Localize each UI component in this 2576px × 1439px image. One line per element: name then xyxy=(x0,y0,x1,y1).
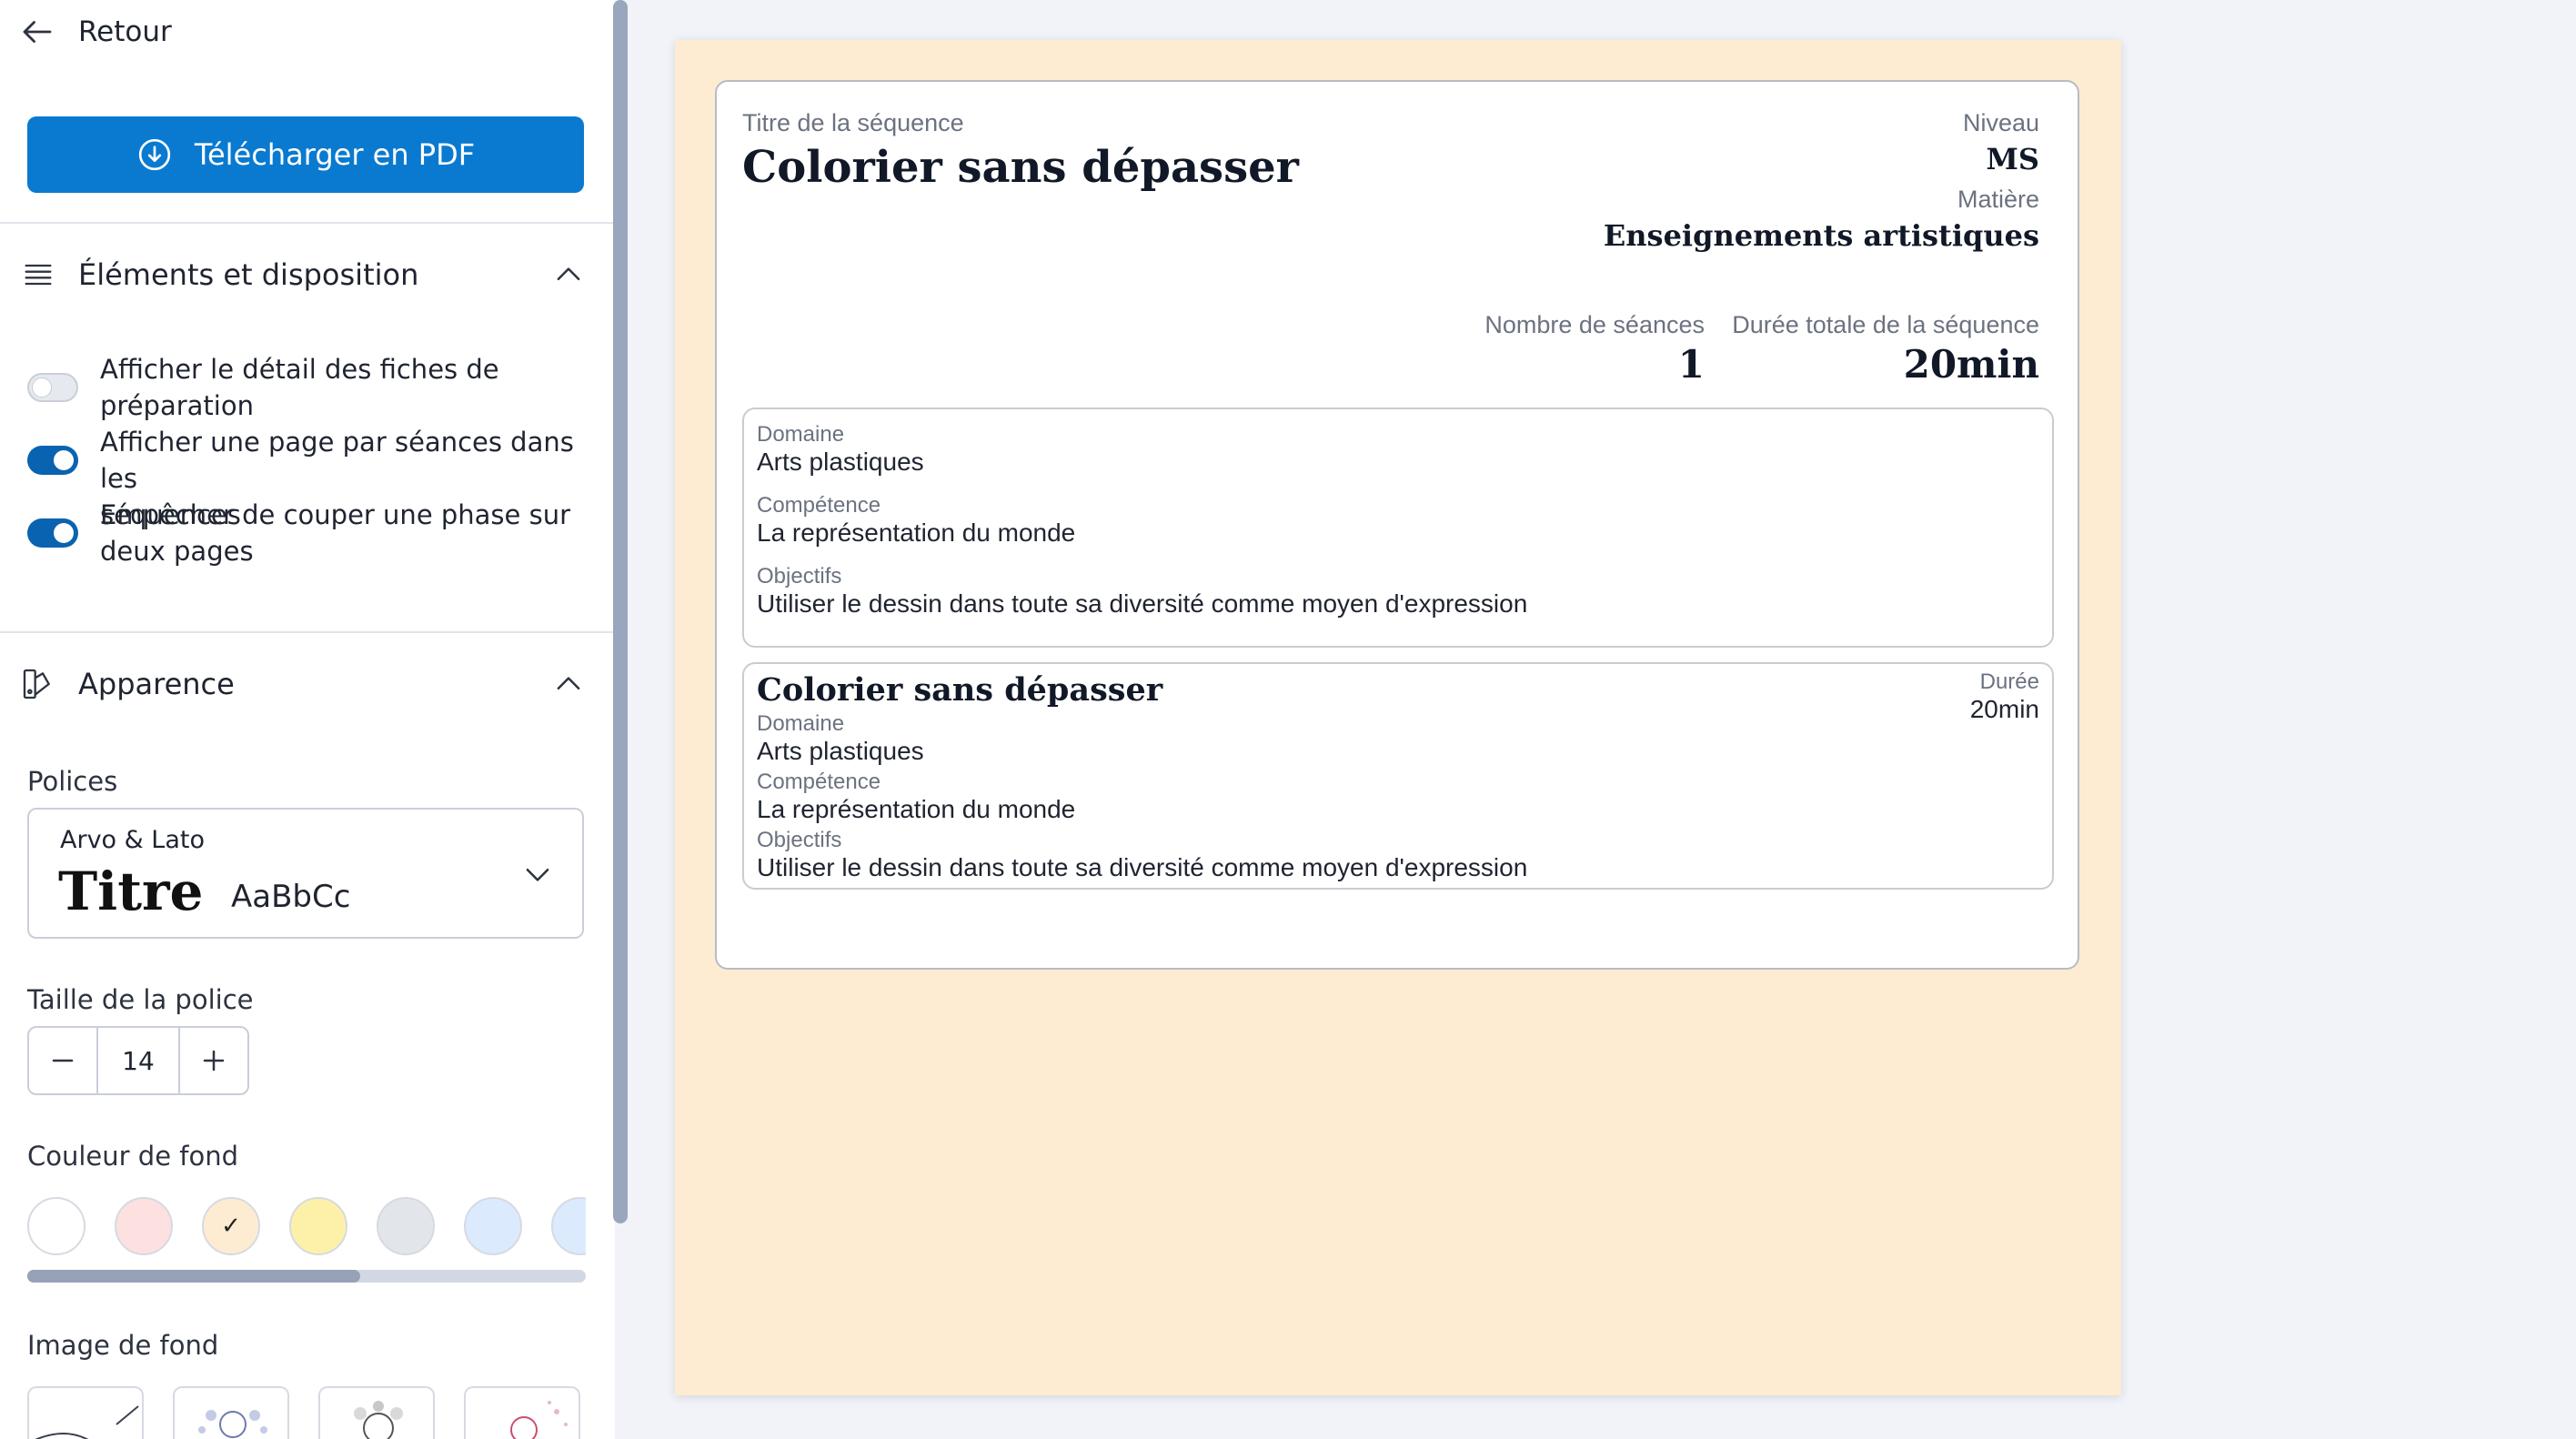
appearance-section-title: Apparence xyxy=(78,667,235,701)
back-label: Retour xyxy=(78,15,172,48)
objectives-label: Objectifs xyxy=(757,564,842,589)
bg-color-swatch[interactable]: ✓ xyxy=(202,1197,260,1255)
duration-label: Durée totale de la séquence xyxy=(1732,311,2039,338)
decrease-font-button[interactable] xyxy=(29,1028,96,1093)
minus-icon xyxy=(52,1059,74,1062)
bg-color-swatch[interactable] xyxy=(551,1197,586,1255)
download-pdf-button[interactable]: Télécharger en PDF xyxy=(27,116,584,193)
session-duration-value: 20min xyxy=(1969,695,2039,723)
toggle-row-no-split-phase: Empêcher de couper une phase sur deux pa… xyxy=(27,497,591,569)
arrow-left-icon xyxy=(23,21,52,43)
sequence-title: Colorier sans dépasser xyxy=(742,142,1299,193)
appearance-section-header[interactable]: Apparence xyxy=(20,657,586,711)
bg-color-swatch[interactable] xyxy=(27,1197,86,1255)
level-value: MS xyxy=(1986,142,2039,176)
toggle-show-details[interactable] xyxy=(27,373,78,402)
competence-label: Compétence xyxy=(757,770,881,794)
download-circle-icon xyxy=(138,138,171,171)
toggle-row-show-details: Afficher le détail des fiches de prépara… xyxy=(27,351,591,424)
domain-value: Arts plastiques xyxy=(757,448,924,476)
toggle-no-split-phase[interactable] xyxy=(27,518,78,548)
divider xyxy=(0,222,615,224)
session-title: Colorier sans dépasser xyxy=(757,671,1163,709)
bg-image-option-wreath[interactable] xyxy=(318,1386,435,1439)
objectives-label: Objectifs xyxy=(757,828,842,852)
back-button[interactable]: Retour xyxy=(18,13,172,51)
domain-value: Arts plastiques xyxy=(757,737,924,765)
bg-image-option-flowers[interactable] xyxy=(173,1386,289,1439)
no-image-icon xyxy=(35,1405,139,1439)
competence-value: La représentation du monde xyxy=(757,518,1076,547)
layout-section-header[interactable]: Éléments et disposition xyxy=(20,247,586,302)
bg-color-swatch[interactable] xyxy=(377,1197,435,1255)
fonts-label: Polices xyxy=(27,766,118,797)
sessions-label: Nombre de séances xyxy=(1484,311,1705,338)
layout-section-title: Éléments et disposition xyxy=(78,257,419,292)
check-icon: ✓ xyxy=(221,1213,241,1240)
duration-value: 20min xyxy=(1903,342,2039,387)
list-icon xyxy=(25,264,52,286)
sidebar-scrollbar-thumb[interactable] xyxy=(613,0,628,1223)
objectives-value: Utiliser le dessin dans toute sa diversi… xyxy=(757,853,1528,881)
font-size-value[interactable]: 14 xyxy=(96,1028,180,1093)
bg-color-swatches: ✓ xyxy=(27,1195,586,1259)
sparkle-frame-icon xyxy=(510,1401,568,1439)
chevron-up-icon xyxy=(557,677,580,690)
font-size-label: Taille de la police xyxy=(27,984,254,1015)
domain-label: Domaine xyxy=(757,711,845,736)
chevron-up-icon xyxy=(557,267,580,281)
competence-value: La représentation du monde xyxy=(757,795,1076,823)
bg-image-options xyxy=(27,1386,591,1439)
bg-image-option-none[interactable] xyxy=(27,1386,144,1439)
objectives-value: Utiliser le dessin dans toute sa diversi… xyxy=(757,589,1528,618)
bg-image-option-sparkles[interactable] xyxy=(464,1386,580,1439)
subject-label: Matière xyxy=(1957,186,2039,213)
sessions-value: 1 xyxy=(1677,342,1705,387)
toggle-label: Afficher le détail des fiches de prépara… xyxy=(100,354,499,421)
subject-value: Enseignements artistiques xyxy=(1603,218,2039,253)
increase-font-button[interactable] xyxy=(180,1028,247,1093)
toggle-page-per-session[interactable] xyxy=(27,446,78,475)
level-label: Niveau xyxy=(1962,109,2039,136)
bg-color-swatch[interactable] xyxy=(464,1197,522,1255)
font-select-title-sample: Titre xyxy=(58,860,204,922)
session-duration-label: Durée xyxy=(1979,669,2039,694)
font-select-text-sample: AaBbCc xyxy=(231,879,351,915)
font-select[interactable]: Arvo & Lato Titre AaBbCc xyxy=(27,808,584,939)
palette-icon xyxy=(23,669,50,699)
session-box: Colorier sans dépasser Durée 20min Domai… xyxy=(742,662,2054,890)
toggle-label: Empêcher de couper une phase sur deux pa… xyxy=(100,499,571,567)
bg-image-label: Image de fond xyxy=(27,1330,219,1361)
settings-sidebar: Retour Télécharger en PDF Éléments et di… xyxy=(0,0,615,1439)
bg-color-label: Couleur de fond xyxy=(27,1141,238,1172)
plus-icon xyxy=(203,1050,225,1072)
domain-label: Domaine xyxy=(757,422,845,447)
chevron-down-icon xyxy=(526,868,549,881)
competence-label: Compétence xyxy=(757,493,881,518)
bg-color-swatch[interactable] xyxy=(115,1197,173,1255)
wreath-frame-icon xyxy=(354,1401,403,1439)
sequence-summary-box: Domaine Arts plastiques Compétence La re… xyxy=(742,408,2054,648)
font-select-name: Arvo & Lato xyxy=(60,826,205,854)
divider xyxy=(0,631,615,633)
font-size-stepper: 14 xyxy=(27,1026,249,1095)
swatch-scrollbar-thumb[interactable] xyxy=(27,1270,360,1283)
sequence-card: Titre de la séquence Colorier sans dépas… xyxy=(715,80,2079,970)
bg-color-swatch[interactable] xyxy=(289,1197,347,1255)
floral-frame-icon xyxy=(198,1410,267,1438)
download-pdf-label: Télécharger en PDF xyxy=(194,137,476,172)
sequence-title-label: Titre de la séquence xyxy=(742,109,964,136)
